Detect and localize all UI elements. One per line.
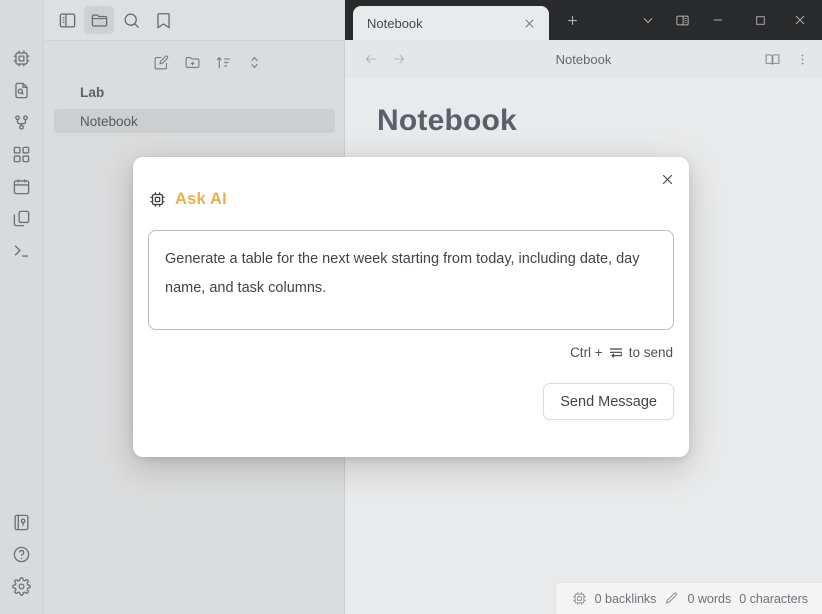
close-icon[interactable]: [655, 167, 679, 191]
status-bar: 0 backlinks 0 words 0 characters: [554, 582, 822, 614]
backlinks-count[interactable]: 0 backlinks: [595, 592, 657, 606]
word-count: 0 words: [687, 591, 732, 606]
app-window: Lab Notebook Notebook Notebook Notebook …: [0, 0, 822, 614]
dialog-title: Ask AI: [175, 190, 227, 208]
ask-ai-header: Ask AI: [149, 190, 227, 209]
shortcut-suffix: to send: [628, 345, 673, 360]
pencil-icon: [664, 591, 679, 606]
ask-ai-dialog: Ask AI Generate a table for the next wee…: [133, 157, 689, 457]
character-count: 0 characters: [739, 591, 808, 606]
send-message-button[interactable]: Send Message: [543, 383, 674, 420]
send-shortcut-hint: Ctrl + to send: [570, 345, 673, 360]
enter-key-icon: [608, 346, 624, 360]
chip-icon: [149, 191, 166, 208]
chip-icon: [572, 591, 587, 606]
ask-ai-prompt-input[interactable]: Generate a table for the next week start…: [148, 230, 674, 330]
shortcut-prefix: Ctrl +: [570, 345, 603, 360]
